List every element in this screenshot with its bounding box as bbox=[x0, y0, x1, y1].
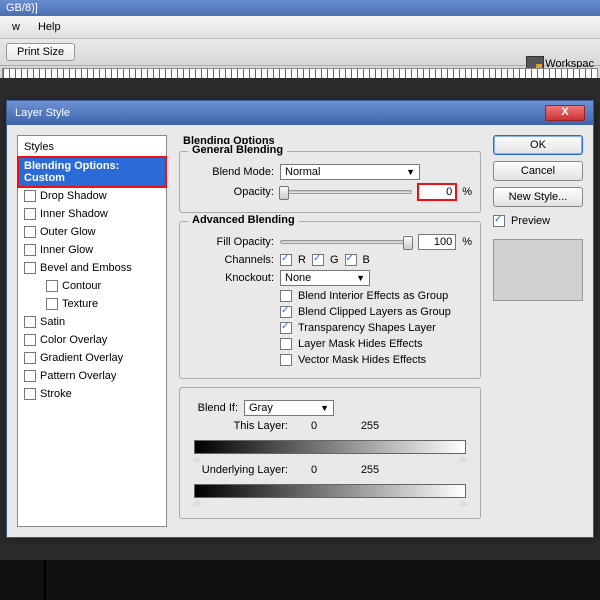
chevron-down-icon: ▼ bbox=[320, 403, 329, 413]
checkbox-icon[interactable] bbox=[24, 352, 36, 364]
fill-opacity-slider[interactable] bbox=[280, 240, 412, 244]
checkbox-icon[interactable] bbox=[24, 388, 36, 400]
preview-checkbox[interactable] bbox=[493, 215, 505, 227]
interior-checkbox[interactable] bbox=[280, 290, 292, 302]
style-outer-glow[interactable]: Outer Glow bbox=[18, 223, 166, 241]
style-contour[interactable]: Contour bbox=[40, 277, 166, 295]
fill-opacity-input[interactable]: 100 bbox=[418, 234, 456, 250]
general-blending-group: General Blending Blend Mode: Normal▼ Opa… bbox=[179, 151, 481, 213]
checkbox-icon[interactable] bbox=[46, 280, 58, 292]
menubar: w Help bbox=[0, 16, 600, 39]
blend-mode-combo[interactable]: Normal▼ bbox=[280, 164, 420, 180]
dialog-titlebar[interactable]: Layer Style X bbox=[7, 101, 593, 125]
style-inner-glow[interactable]: Inner Glow bbox=[18, 241, 166, 259]
slider-handle-icon[interactable] bbox=[458, 499, 468, 506]
style-stroke[interactable]: Stroke bbox=[18, 385, 166, 403]
channels-label: Channels: bbox=[188, 254, 274, 266]
styles-list: Styles Blending Options: Custom Drop Sha… bbox=[17, 135, 167, 527]
dialog-buttons: OK Cancel New Style... Preview bbox=[493, 135, 583, 527]
style-satin[interactable]: Satin bbox=[18, 313, 166, 331]
menu-w[interactable]: w bbox=[4, 19, 28, 35]
channel-g-checkbox[interactable] bbox=[312, 254, 324, 266]
checkbox-icon[interactable] bbox=[24, 262, 36, 274]
slider-thumb[interactable] bbox=[279, 186, 289, 200]
clipped-checkbox[interactable] bbox=[280, 306, 292, 318]
general-title: General Blending bbox=[188, 144, 287, 156]
preview-label: Preview bbox=[511, 215, 550, 227]
advanced-title: Advanced Blending bbox=[188, 214, 299, 226]
opacity-input[interactable]: 0 bbox=[418, 184, 456, 200]
preview-swatch bbox=[493, 239, 583, 301]
slider-handle-icon[interactable] bbox=[192, 455, 202, 462]
style-blending-options[interactable]: Blending Options: Custom bbox=[18, 157, 166, 187]
checkbox-icon[interactable] bbox=[24, 244, 36, 256]
canvas-footer bbox=[0, 560, 600, 600]
style-color-overlay[interactable]: Color Overlay bbox=[18, 331, 166, 349]
blend-if-group: Blend If: Gray▼ This Layer: 0 255 Underl… bbox=[179, 387, 481, 519]
opacity-slider[interactable] bbox=[280, 190, 412, 194]
fill-opacity-label: Fill Opacity: bbox=[188, 236, 274, 248]
checkbox-icon[interactable] bbox=[24, 316, 36, 328]
checkbox-icon[interactable] bbox=[24, 370, 36, 382]
underlying-layer-label: Underlying Layer: bbox=[188, 464, 288, 476]
app-titlebar-fragment: GB/8)] bbox=[0, 0, 600, 16]
channel-r-checkbox[interactable] bbox=[280, 254, 292, 266]
checkbox-icon[interactable] bbox=[46, 298, 58, 310]
advanced-blending-group: Advanced Blending Fill Opacity: 100 % Ch… bbox=[179, 221, 481, 379]
layermask-checkbox[interactable] bbox=[280, 338, 292, 350]
style-pattern-overlay[interactable]: Pattern Overlay bbox=[18, 367, 166, 385]
underlying-gradient[interactable] bbox=[194, 484, 466, 498]
new-style-button[interactable]: New Style... bbox=[493, 187, 583, 207]
checkbox-icon[interactable] bbox=[24, 190, 36, 202]
checkbox-icon[interactable] bbox=[24, 226, 36, 238]
menu-help[interactable]: Help bbox=[30, 19, 69, 35]
checkbox-icon[interactable] bbox=[24, 208, 36, 220]
slider-handle-icon[interactable] bbox=[458, 455, 468, 462]
knockout-combo[interactable]: None▼ bbox=[280, 270, 370, 286]
styles-header[interactable]: Styles bbox=[18, 138, 166, 157]
blend-mode-label: Blend Mode: bbox=[188, 166, 274, 178]
knockout-label: Knockout: bbox=[188, 272, 274, 284]
blend-if-combo[interactable]: Gray▼ bbox=[244, 400, 334, 416]
this-layer-gradient[interactable] bbox=[194, 440, 466, 454]
slider-thumb[interactable] bbox=[403, 236, 413, 250]
close-icon[interactable]: X bbox=[545, 105, 585, 121]
options-panel: Blending Options General Blending Blend … bbox=[177, 135, 483, 527]
layer-style-dialog: Layer Style X Styles Blending Options: C… bbox=[6, 100, 594, 538]
chevron-down-icon: ▼ bbox=[356, 273, 365, 283]
cancel-button[interactable]: Cancel bbox=[493, 161, 583, 181]
checkbox-icon[interactable] bbox=[24, 334, 36, 346]
pct-label: % bbox=[462, 236, 472, 248]
toolbar: Print Size bbox=[0, 39, 600, 66]
style-inner-shadow[interactable]: Inner Shadow bbox=[18, 205, 166, 223]
opacity-label: Opacity: bbox=[188, 186, 274, 198]
channel-b-checkbox[interactable] bbox=[345, 254, 357, 266]
print-size-button[interactable]: Print Size bbox=[6, 43, 75, 61]
blend-if-label: Blend If: bbox=[188, 402, 238, 414]
transparency-checkbox[interactable] bbox=[280, 322, 292, 334]
vectormask-checkbox[interactable] bbox=[280, 354, 292, 366]
style-bevel-emboss[interactable]: Bevel and Emboss bbox=[18, 259, 166, 277]
style-gradient-overlay[interactable]: Gradient Overlay bbox=[18, 349, 166, 367]
slider-handle-icon[interactable] bbox=[192, 499, 202, 506]
this-layer-label: This Layer: bbox=[188, 420, 288, 432]
pct-label: % bbox=[462, 186, 472, 198]
style-texture[interactable]: Texture bbox=[40, 295, 166, 313]
style-drop-shadow[interactable]: Drop Shadow bbox=[18, 187, 166, 205]
ok-button[interactable]: OK bbox=[493, 135, 583, 155]
chevron-down-icon: ▼ bbox=[406, 167, 415, 177]
dialog-title: Layer Style bbox=[15, 107, 70, 119]
